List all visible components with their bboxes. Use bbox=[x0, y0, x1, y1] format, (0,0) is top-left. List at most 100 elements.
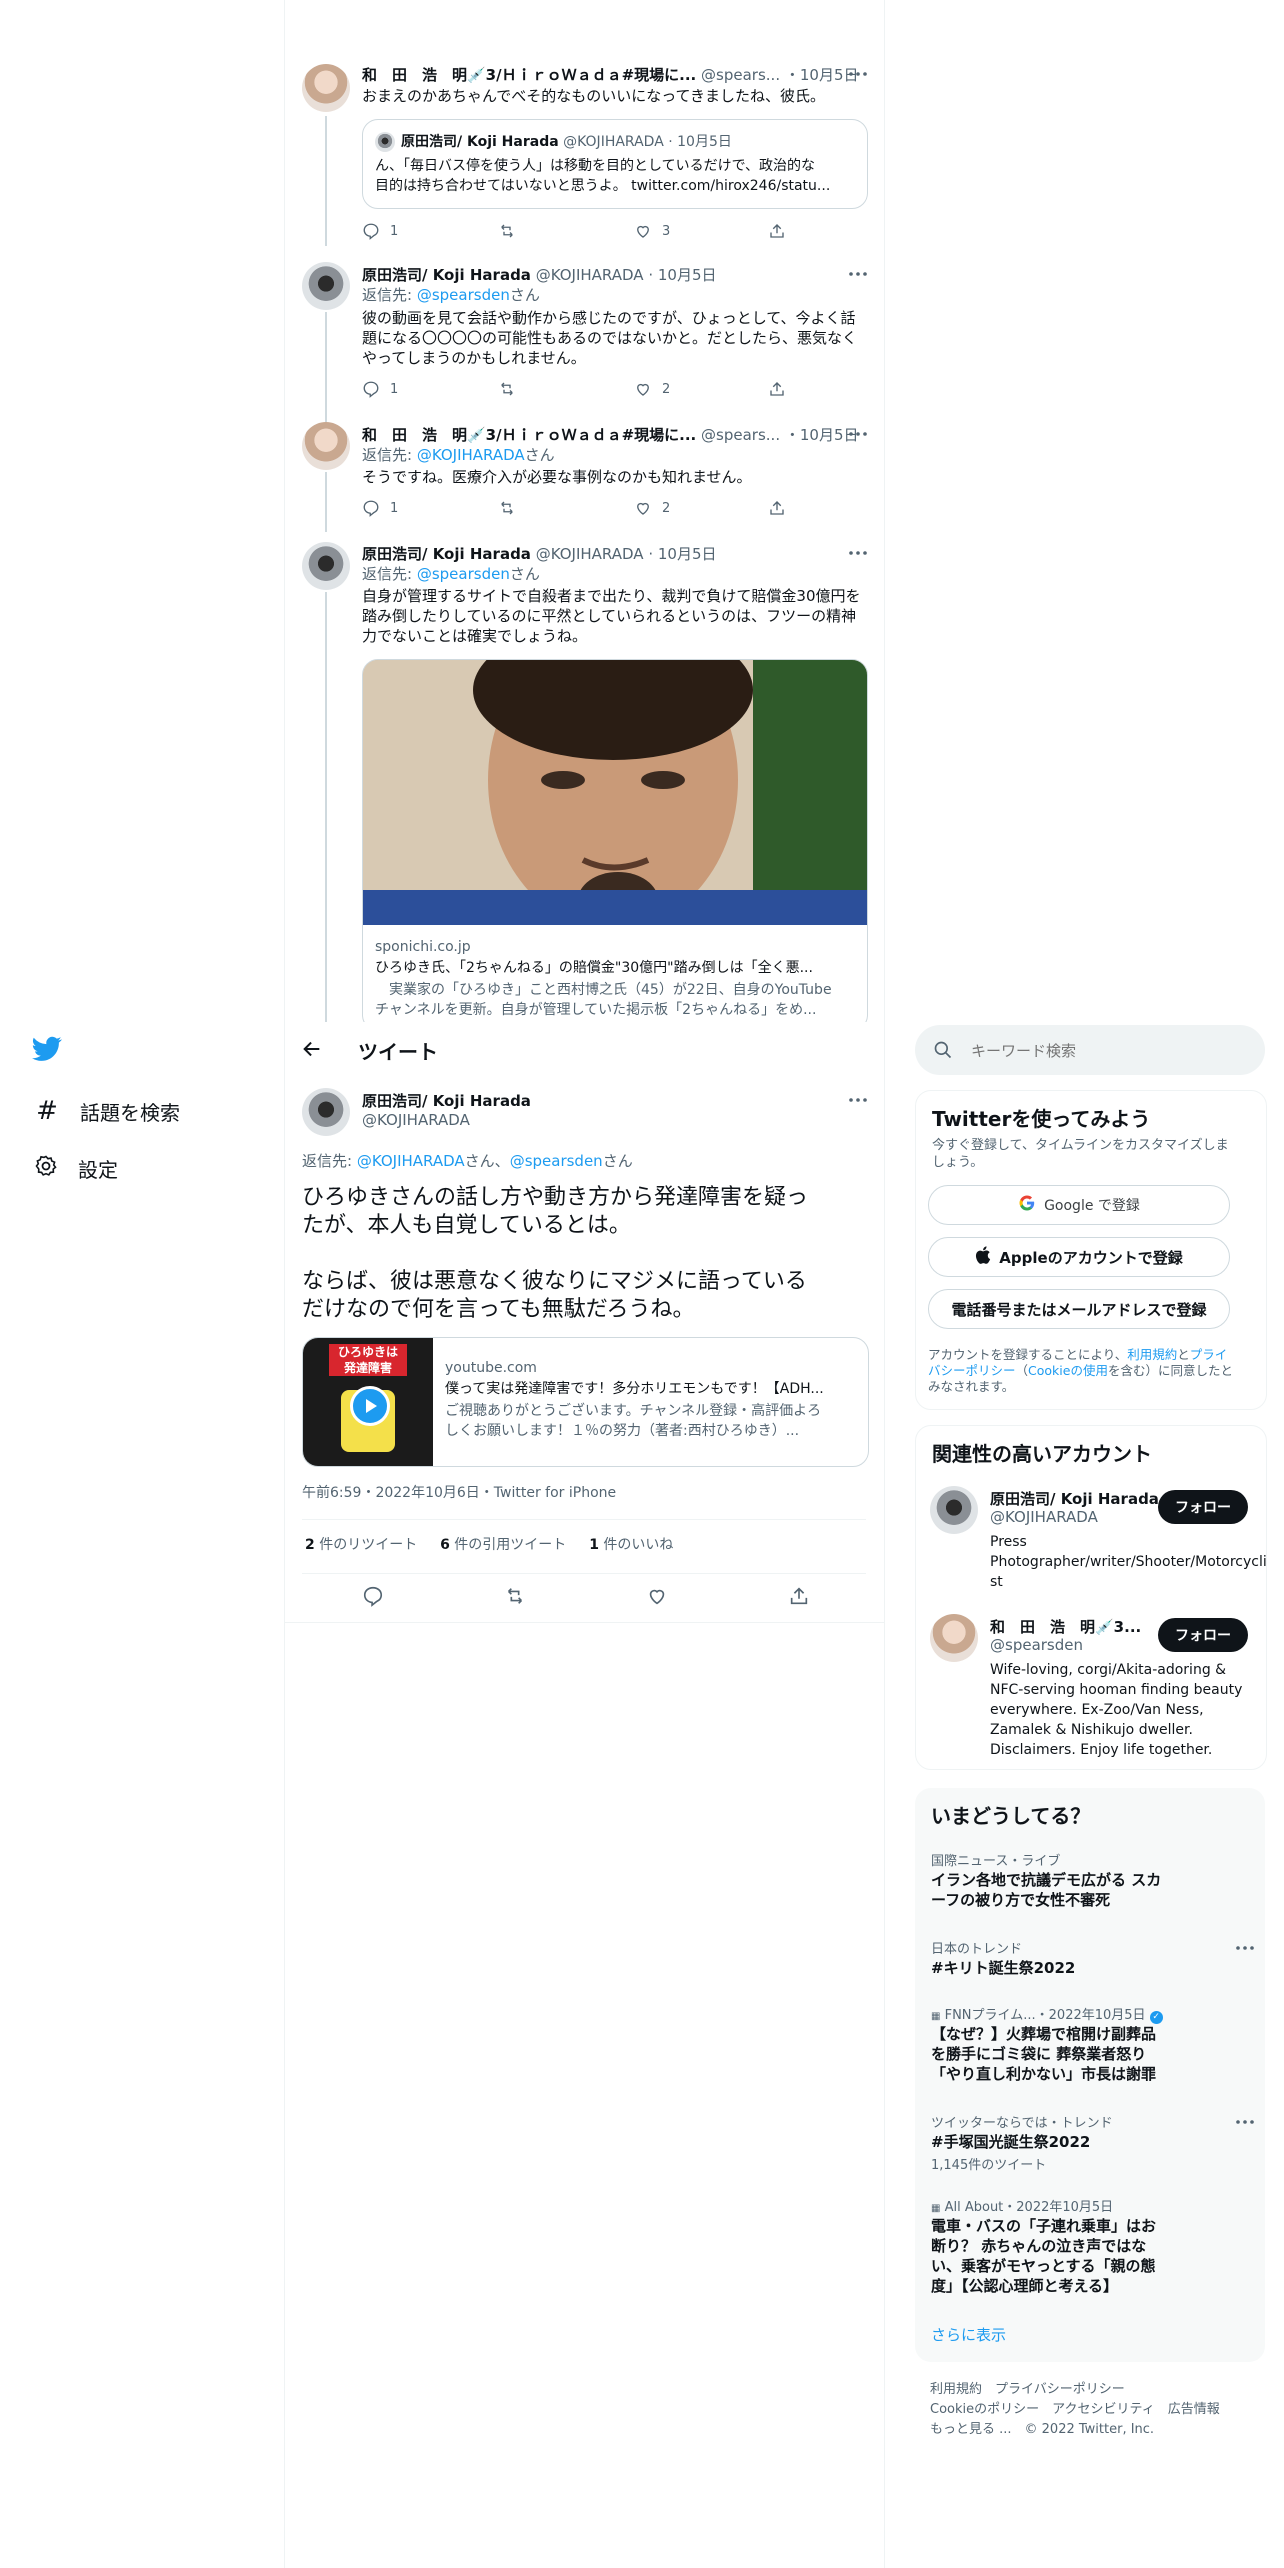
share-icon bbox=[770, 382, 784, 396]
like-button[interactable]: 2 bbox=[634, 380, 670, 398]
show-more-link[interactable]: さらに表示 bbox=[931, 2324, 1006, 2345]
retweet-button[interactable] bbox=[498, 380, 526, 398]
account-handle[interactable]: @spearsden bbox=[990, 1636, 1083, 1654]
retweet-button[interactable] bbox=[498, 222, 526, 240]
author-handle[interactable]: @spears... bbox=[701, 66, 780, 84]
author-handle[interactable]: @KOJIHARADA bbox=[362, 1111, 470, 1129]
search-input[interactable] bbox=[969, 1037, 1253, 1065]
account-name[interactable]: 和 田 浩 明💉3... bbox=[990, 1616, 1141, 1637]
reply-button[interactable]: 1 bbox=[362, 380, 398, 398]
share-button[interactable] bbox=[788, 1585, 810, 1607]
reply-mention[interactable]: @KOJIHARADA bbox=[357, 1152, 465, 1170]
avatar[interactable] bbox=[302, 64, 350, 112]
like-button[interactable]: 3 bbox=[634, 222, 670, 240]
avatar[interactable] bbox=[302, 422, 350, 470]
like-button[interactable] bbox=[646, 1585, 668, 1607]
thread-connector bbox=[325, 312, 327, 422]
google-signup-button[interactable]: Google で登録 bbox=[928, 1185, 1230, 1225]
apple-signup-button[interactable]: Appleのアカウントで登録 bbox=[928, 1237, 1230, 1277]
reply-mention[interactable]: @spearsden bbox=[417, 565, 510, 583]
signup-legal: アカウントを登録することにより、利用規約とプライ バシーポリシー（Cookieの… bbox=[928, 1347, 1233, 1394]
card-description: 実業家の「ひろゆき」こと西村博之氏（45）が22日、自身のYouTube チャン… bbox=[375, 982, 832, 1018]
reply-icon bbox=[363, 500, 379, 517]
tweet-timestamp[interactable]: 午前6:59・2022年10月6日・Twitter for iPhone bbox=[302, 1483, 616, 1503]
avatar[interactable] bbox=[930, 1486, 978, 1534]
reply-mention[interactable]: @spearsden bbox=[510, 1152, 603, 1170]
back-arrow-icon[interactable] bbox=[301, 1038, 323, 1064]
reply-button[interactable]: 1 bbox=[362, 499, 398, 517]
card-title: ひろゆき氏、「2ちゃんねる」の賠償金"30億円"踏み倒しは「全く悪... bbox=[375, 960, 813, 976]
author-handle[interactable]: @KOJIHARADA bbox=[536, 545, 644, 563]
privacy-link[interactable]: プライ bbox=[1190, 1347, 1228, 1362]
author-name[interactable]: 原田浩司/ Koji Harada bbox=[362, 1092, 531, 1110]
reply-mention[interactable]: @spearsden bbox=[417, 286, 510, 304]
left-divider bbox=[284, 0, 285, 2568]
quote-count-link[interactable]: 6 件の引用ツイート bbox=[440, 1537, 566, 1553]
author-handle[interactable]: @KOJIHARADA bbox=[536, 266, 644, 284]
retweet-icon bbox=[507, 1588, 523, 1604]
footer-links[interactable]: 利用規約 プライバシーポリシー bbox=[930, 2378, 1125, 2397]
avatar[interactable] bbox=[302, 1088, 350, 1136]
retweet-button[interactable] bbox=[504, 1585, 526, 1607]
reply-button[interactable] bbox=[362, 1585, 384, 1607]
share-button[interactable] bbox=[768, 499, 786, 517]
privacy-link[interactable]: バシーポリシー bbox=[928, 1363, 1016, 1378]
retweet-icon bbox=[501, 501, 513, 515]
quoted-tweet[interactable]: 原田浩司/ Koji Harada @KOJIHARADA · 10月5日 ん、… bbox=[362, 119, 868, 209]
tweet-stats: 2 件のリツイート 6 件の引用ツイート 1 件のいいね bbox=[305, 1535, 673, 1555]
divider bbox=[285, 1622, 884, 1623]
avatar[interactable] bbox=[302, 542, 350, 590]
avatar[interactable] bbox=[930, 1614, 978, 1662]
footer-links[interactable]: Cookieのポリシー アクセシビリティ 広告情報 bbox=[930, 2398, 1220, 2417]
reply-mention[interactable]: @KOJIHARADA bbox=[417, 446, 525, 464]
retweet-button[interactable] bbox=[498, 499, 526, 517]
tweet-actions: 1 2 bbox=[362, 380, 862, 400]
nav-settings[interactable]: 設定 bbox=[34, 1154, 118, 1183]
more-icon[interactable] bbox=[848, 1090, 868, 1110]
reply-context: 返信先: @KOJIHARADAさん bbox=[362, 446, 555, 464]
link-card[interactable]: sponichi.co.jp ひろゆき氏、「2ちゃんねる」の賠償金"30億円"踏… bbox=[362, 659, 868, 1031]
share-button[interactable] bbox=[768, 380, 786, 398]
author-name[interactable]: 原田浩司/ Koji Harada bbox=[362, 545, 531, 563]
cookie-link[interactable]: Cookieの使用 bbox=[1028, 1363, 1108, 1378]
like-button[interactable]: 2 bbox=[634, 499, 670, 517]
reply-icon bbox=[363, 223, 379, 240]
author-handle[interactable]: @spears... bbox=[701, 426, 780, 444]
tweet-time[interactable]: · 10月5日 bbox=[648, 545, 716, 563]
more-icon[interactable] bbox=[848, 264, 868, 284]
follow-button[interactable]: フォロー bbox=[1158, 1490, 1248, 1524]
author-name[interactable]: 原田浩司/ Koji Harada bbox=[362, 266, 531, 284]
tweet-text: そうですね。医療介入が必要な事例なのかも知れません。 bbox=[362, 468, 752, 486]
card-title: 僕って実は発達障害です！多分ホリエモンもです！【ADH... bbox=[445, 1381, 824, 1397]
search-box[interactable] bbox=[915, 1025, 1265, 1075]
follow-button[interactable]: フォロー bbox=[1158, 1618, 1248, 1652]
more-icon[interactable] bbox=[848, 543, 868, 563]
more-icon[interactable] bbox=[848, 424, 868, 444]
tweet-header: 和 田 浩 明💉3/ＨｉｒｏＷａｄａ#現場に... @spears... ・10… bbox=[362, 64, 859, 85]
share-button[interactable] bbox=[768, 222, 786, 240]
tweet-time[interactable]: · 10月5日 bbox=[648, 266, 716, 284]
more-icon[interactable] bbox=[848, 64, 868, 84]
like-count-link[interactable]: 1 件のいいね bbox=[589, 1537, 673, 1553]
page-title: ツイート bbox=[358, 1040, 438, 1064]
twitter-logo-icon[interactable] bbox=[32, 1036, 62, 1066]
author-name[interactable]: 和 田 浩 明💉3/ＨｉｒｏＷａｄａ#現場に... bbox=[362, 426, 696, 444]
terms-link[interactable]: 利用規約 bbox=[1127, 1347, 1177, 1362]
author-name[interactable]: 和 田 浩 明💉3/ＨｉｒｏＷａｄａ#現場に... bbox=[362, 66, 696, 84]
tweet-text: 自身が管理するサイトで自殺者まで出たり、裁判で負けて賠償金30億円を 踏み倒した… bbox=[362, 587, 861, 645]
nav-explore[interactable]: # 話題を検索 bbox=[34, 1096, 180, 1126]
more-icon[interactable] bbox=[1235, 2112, 1255, 2132]
avatar[interactable] bbox=[302, 262, 350, 310]
tweet-actions: 1 2 bbox=[362, 499, 862, 519]
more-icon[interactable] bbox=[1235, 1938, 1255, 1958]
account-handle[interactable]: @KOJIHARADA bbox=[990, 1508, 1098, 1526]
play-icon[interactable] bbox=[350, 1386, 390, 1426]
phone-email-signup-button[interactable]: 電話番号またはメールアドレスで登録 bbox=[928, 1289, 1230, 1329]
footer-links[interactable]: もっと見る ... © 2022 Twitter, Inc. bbox=[930, 2418, 1154, 2437]
account-name[interactable]: 原田浩司/ Koji Harada bbox=[990, 1488, 1159, 1509]
retweet-count-link[interactable]: 2 件のリツイート bbox=[305, 1537, 417, 1553]
reply-button[interactable]: 1 bbox=[362, 222, 398, 240]
video-card[interactable]: ひろゆきは 発達障害 youtube.com 僕って実は発達障害です！多分ホリエ… bbox=[302, 1337, 869, 1467]
signup-panel: Twitterを使ってみよう 今すぐ登録して、タイムラインをカスタマイズしま し… bbox=[915, 1090, 1267, 1410]
card-domain: sponichi.co.jp bbox=[375, 939, 471, 955]
